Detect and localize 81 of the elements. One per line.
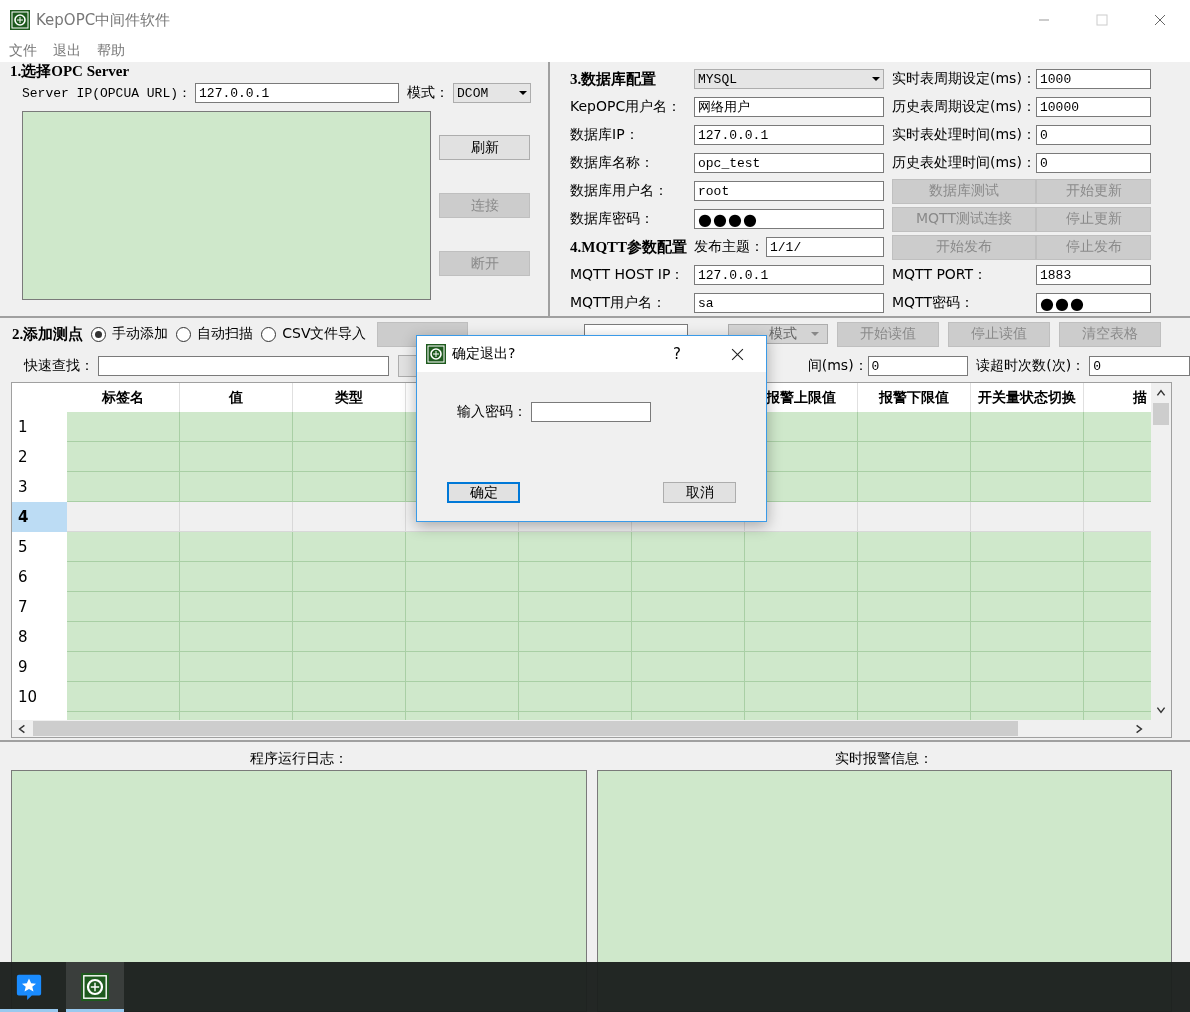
radio-option[interactable]: 自动扫描: [176, 325, 254, 343]
action-button[interactable]: 刷新: [439, 135, 530, 160]
database-dropdown[interactable]: MYSQL: [694, 69, 884, 89]
vertical-scrollbar[interactable]: [1151, 383, 1171, 720]
field-label: 数据库名称：: [570, 154, 654, 172]
section-title: 1.选择OPC Server: [10, 62, 131, 81]
chat-star-icon: [15, 973, 43, 1001]
input-field[interactable]: opc_test: [694, 153, 884, 173]
input-field[interactable]: 1/1/: [766, 237, 884, 257]
dialog-button[interactable]: 确定: [447, 482, 520, 503]
column-header[interactable]: 报警上限值: [766, 388, 836, 407]
field-label: 实时表处理时间(ms)：: [892, 126, 1036, 144]
app-icon: [426, 344, 446, 364]
input-field[interactable]: 1883: [1036, 265, 1151, 285]
scrollbar-thumb[interactable]: [1153, 403, 1169, 425]
input-field[interactable]: 127.0.0.1: [694, 265, 884, 285]
column-header[interactable]: 描: [1133, 388, 1147, 407]
password-field[interactable]: ●●●: [1036, 293, 1151, 313]
scrollbar-thumb[interactable]: [33, 721, 1018, 736]
window-title: KepOPC中间件软件: [36, 10, 171, 30]
field-label: 数据库用户名：: [570, 182, 668, 200]
close-icon[interactable]: [731, 347, 744, 361]
row-header[interactable]: 4: [12, 502, 67, 532]
read-time-field[interactable]: 0: [867, 356, 969, 376]
menu-item[interactable]: 退出: [53, 42, 81, 60]
column-header[interactable]: 报警下限值: [879, 388, 949, 407]
panel-title: 实时报警信息：: [834, 749, 935, 768]
radio-option[interactable]: CSV文件导入: [261, 325, 367, 343]
column-header[interactable]: 值: [229, 388, 243, 407]
field-label: MQTT用户名：: [570, 294, 666, 312]
input-field[interactable]: 127.0.0.1: [694, 125, 884, 145]
column-header[interactable]: 标签名: [102, 388, 144, 407]
dialog-button[interactable]: 取消: [663, 482, 736, 503]
input-field[interactable]: 1000: [1036, 69, 1151, 89]
taskbar-button[interactable]: [66, 962, 124, 1012]
section-title: 3.数据库配置: [570, 69, 657, 89]
field-label: 读超时次数(次)：: [976, 357, 1086, 375]
field-label: 历史表周期设定(ms)：: [892, 98, 1036, 116]
panel-title: 程序运行日志：: [248, 749, 349, 768]
field-label: MQTT密码：: [892, 294, 974, 312]
input-field[interactable]: 网络用户: [694, 97, 884, 117]
field-label: 输入密码：: [457, 403, 527, 421]
field-label: KepOPC用户名：: [570, 98, 682, 116]
app-icon: [81, 973, 109, 1001]
column-header[interactable]: 类型: [335, 388, 363, 407]
field-label: 快速查找：: [24, 357, 94, 375]
menu-item[interactable]: 文件: [9, 42, 37, 60]
input-field[interactable]: 0: [1036, 125, 1151, 145]
field-label: MQTT HOST IP：: [570, 266, 685, 284]
input-field[interactable]: 0: [1036, 153, 1151, 173]
menu-item[interactable]: 帮助: [97, 42, 125, 60]
input-field[interactable]: 10000: [1036, 97, 1151, 117]
password-field[interactable]: [531, 402, 651, 422]
caret-icon: [810, 332, 819, 336]
field-label: 实时表周期设定(ms)：: [892, 70, 1036, 88]
field-label: 间(ms)：: [807, 357, 868, 375]
input-field[interactable]: root: [694, 181, 884, 201]
ip-field[interactable]: 127.0.0.1: [195, 83, 400, 103]
password-field[interactable]: ●●●●: [694, 209, 884, 229]
field-label: 发布主题：: [694, 238, 764, 256]
field-label: 数据库IP：: [570, 126, 639, 144]
column-header[interactable]: 开关量状态切换: [978, 388, 1076, 407]
field-label: 数据库密码：: [570, 210, 654, 228]
horizontal-scrollbar[interactable]: [12, 720, 1171, 737]
help-button[interactable]: ?: [673, 345, 681, 363]
caret-icon: [519, 91, 528, 95]
section-title: 2.添加测点: [12, 324, 84, 344]
field-label: Server IP(OPCUA URL)：: [22, 85, 192, 102]
section-title: 4.MQTT参数配置: [570, 237, 688, 257]
dialog-title: 确定退出?: [452, 345, 516, 363]
mode-dropdown[interactable]: DCOM: [453, 83, 532, 103]
field-label: MQTT PORT：: [892, 266, 988, 284]
field-label: 模式：: [407, 84, 450, 102]
app-icon: [10, 10, 30, 30]
caret-icon: [872, 77, 880, 81]
search-field[interactable]: [98, 356, 390, 376]
radio-option[interactable]: 手动添加: [91, 325, 169, 343]
field-label: 历史表处理时间(ms)：: [892, 154, 1036, 172]
input-field[interactable]: sa: [694, 293, 884, 313]
dropdown-value: 模式: [768, 325, 797, 343]
timeout-field[interactable]: 0: [1089, 356, 1190, 376]
